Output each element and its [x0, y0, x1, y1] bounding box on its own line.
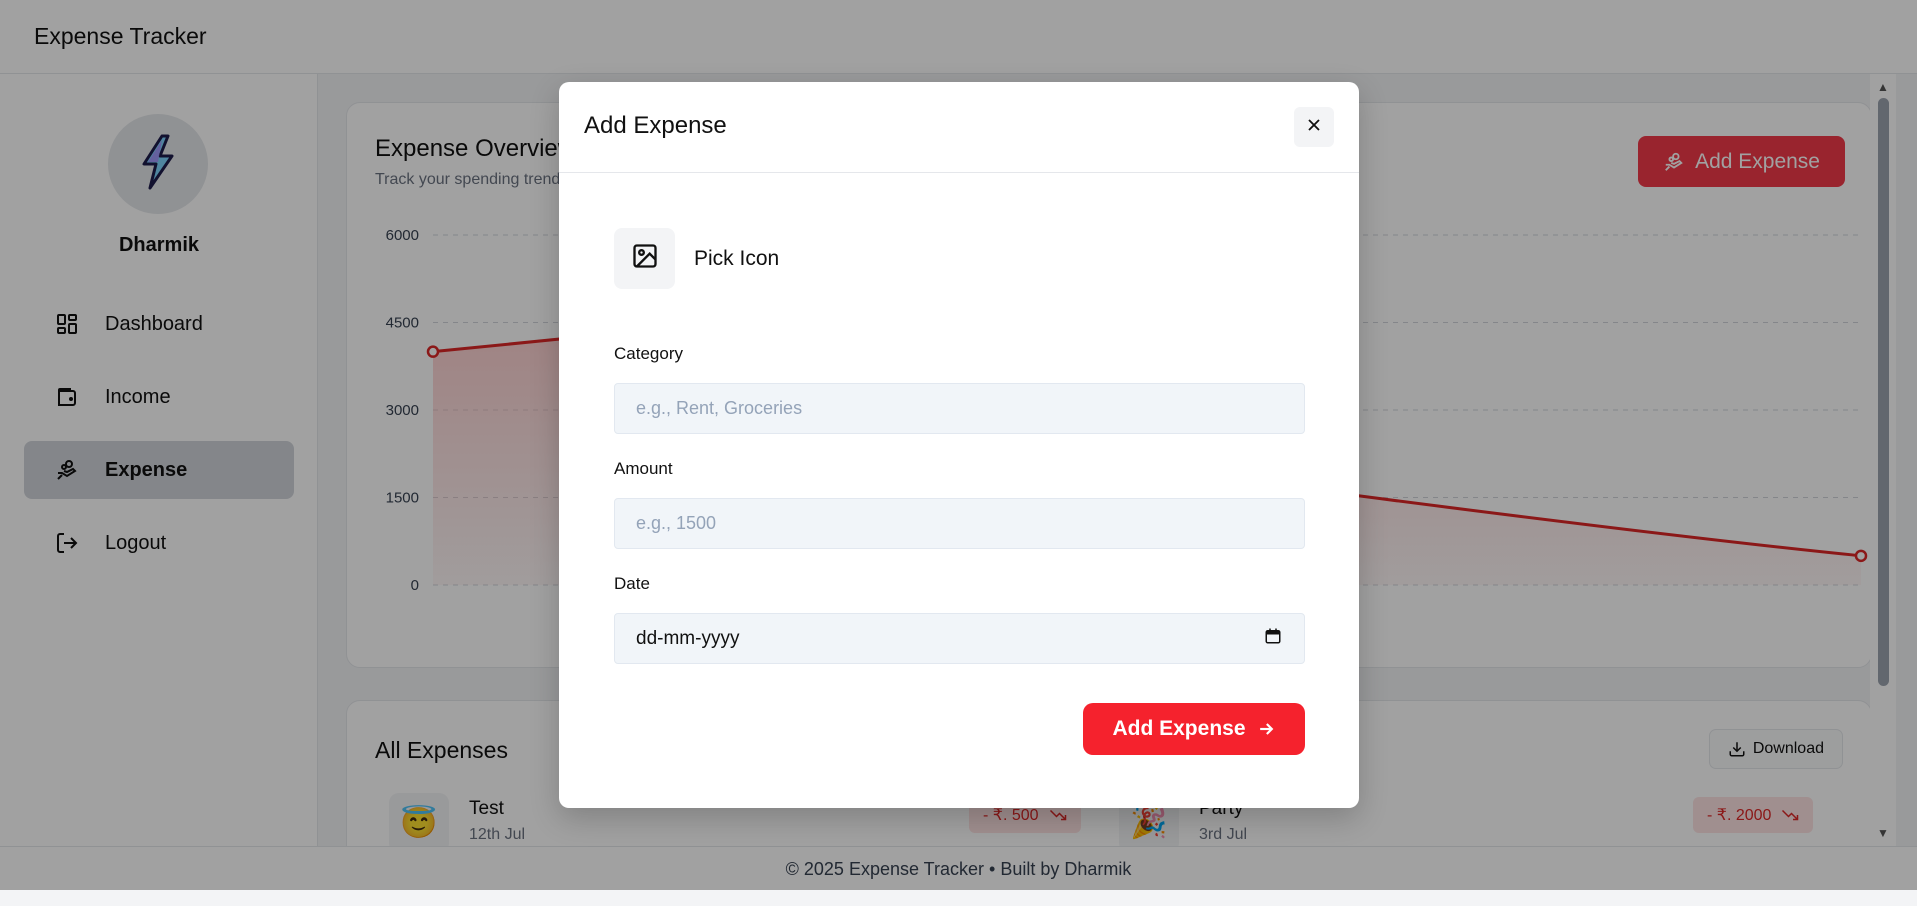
- close-icon: [1306, 117, 1322, 138]
- calendar-icon[interactable]: [1264, 627, 1282, 650]
- arrow-right-icon: [1256, 719, 1276, 739]
- date-label: Date: [614, 574, 650, 593]
- pick-icon-button[interactable]: Pick Icon: [614, 228, 779, 289]
- category-label: Category: [614, 344, 683, 363]
- category-input[interactable]: [614, 383, 1305, 434]
- image-icon: [631, 242, 659, 275]
- bottom-strip: [0, 890, 1917, 906]
- add-expense-submit-button[interactable]: Add Expense: [1083, 703, 1305, 755]
- icon-preview: [614, 228, 675, 289]
- add-expense-modal: Add Expense Pick Icon Category Amount Da…: [559, 82, 1359, 808]
- pick-icon-label: Pick Icon: [694, 246, 780, 270]
- submit-label: Add Expense: [1112, 717, 1246, 740]
- amount-input[interactable]: [614, 498, 1305, 549]
- modal-title: Add Expense: [584, 112, 727, 139]
- date-placeholder: dd-mm-yyyy: [636, 627, 740, 649]
- modal-header: Add Expense: [559, 82, 1359, 173]
- close-button[interactable]: [1294, 107, 1334, 147]
- amount-label: Amount: [614, 459, 673, 478]
- date-input[interactable]: dd-mm-yyyy: [614, 613, 1305, 664]
